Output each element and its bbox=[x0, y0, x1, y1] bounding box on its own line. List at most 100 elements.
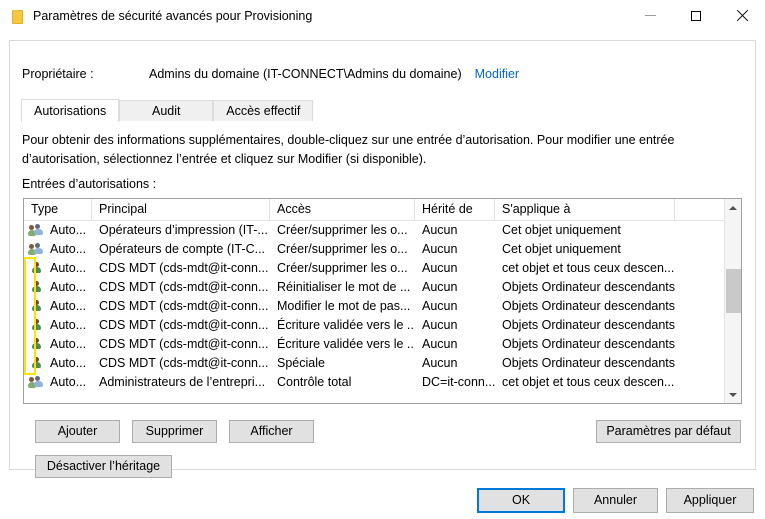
column-header-acces[interactable]: Accès bbox=[270, 199, 415, 220]
cell-sapplique-a: Objets Ordinateur descendants bbox=[502, 299, 675, 313]
cell-sapplique-a: Objets Ordinateur descendants bbox=[502, 337, 675, 351]
table-row[interactable]: Auto... CDS MDT (cds-mdt@it-conn... Écritu… bbox=[24, 335, 741, 354]
cell-acces: Créer/supprimer les o... bbox=[277, 261, 408, 275]
view-button[interactable]: Afficher bbox=[229, 420, 314, 443]
column-header-principal[interactable]: Principal bbox=[92, 199, 270, 220]
window-title: Paramètres de sécurité avancés pour Prov… bbox=[33, 8, 313, 23]
cell-type: Auto... bbox=[24, 240, 92, 259]
cell-type-label: Auto... bbox=[50, 318, 87, 332]
tab-acces-effectif[interactable]: Accès effectif bbox=[213, 100, 314, 122]
cell-type-label: Auto... bbox=[50, 356, 87, 370]
user-icon bbox=[28, 299, 44, 314]
cell-sapplique-a: Cet objet uniquement bbox=[502, 242, 621, 256]
window-controls bbox=[627, 0, 765, 31]
cell-type-label: Auto... bbox=[50, 223, 87, 237]
cell-sapplique-a: cet objet et tous ceux descen... bbox=[502, 261, 675, 275]
table-row[interactable]: Auto... Opérateurs d’impression (IT-... Cr… bbox=[24, 221, 741, 240]
tab-autorisations[interactable]: Autorisations bbox=[21, 99, 120, 122]
column-header-herite-de[interactable]: Hérité de bbox=[415, 199, 495, 220]
cell-sapplique-a: Cet objet uniquement bbox=[502, 223, 621, 237]
cell-herite-de: Aucun bbox=[422, 261, 458, 275]
cell-acces: Réinitialiser le mot de ... bbox=[277, 280, 411, 294]
user-icon bbox=[28, 318, 44, 333]
apply-button[interactable]: Appliquer bbox=[666, 488, 754, 513]
cell-acces: Spéciale bbox=[277, 356, 325, 370]
cell-acces: Modifier le mot de pas... bbox=[277, 299, 411, 313]
table-row[interactable]: Auto... CDS MDT (cds-mdt@it-conn... Modifi… bbox=[24, 297, 741, 316]
column-header-type[interactable]: Type bbox=[24, 199, 92, 220]
column-header-spacer[interactable] bbox=[675, 199, 720, 220]
scroll-down-icon bbox=[729, 392, 737, 397]
cell-type-label: Auto... bbox=[50, 242, 87, 256]
cell-type: Auto... bbox=[24, 278, 92, 297]
cell-acces: Créer/supprimer les o... bbox=[277, 223, 408, 237]
dialog-body: Propriétaire : Admins du domaine (IT-CON… bbox=[9, 40, 756, 478]
defaults-button[interactable]: Paramètres par défaut bbox=[596, 420, 741, 443]
minimize-button[interactable] bbox=[627, 0, 673, 31]
dialog-footer: OK Annuler Appliquer bbox=[0, 478, 765, 519]
cell-herite-de: Aucun bbox=[422, 242, 458, 256]
cell-type-label: Auto... bbox=[50, 299, 87, 313]
table-row[interactable]: Auto... CDS MDT (cds-mdt@it-conn... Spécia… bbox=[24, 354, 741, 373]
table-row[interactable]: Auto... Administrateurs de l’entrepri... C… bbox=[24, 373, 741, 392]
cancel-button[interactable]: Annuler bbox=[573, 488, 658, 513]
cell-type: Auto... bbox=[24, 316, 92, 335]
group-icon bbox=[28, 375, 44, 390]
cell-herite-de: Aucun bbox=[422, 280, 458, 294]
cell-type: Auto... bbox=[24, 297, 92, 316]
instructions-text: Pour obtenir des informations supplément… bbox=[22, 133, 675, 166]
cell-sapplique-a: Objets Ordinateur descendants bbox=[502, 356, 675, 370]
remove-button[interactable]: Supprimer bbox=[132, 420, 217, 443]
owner-change-link[interactable]: Modifier bbox=[475, 67, 519, 81]
scroll-down-button[interactable] bbox=[725, 386, 741, 403]
tab-audit[interactable]: Audit bbox=[119, 100, 214, 122]
cell-principal: CDS MDT (cds-mdt@it-conn... bbox=[99, 318, 269, 332]
disable-inheritance-button[interactable]: Désactiver l’héritage bbox=[35, 455, 172, 478]
scroll-up-button[interactable] bbox=[725, 199, 741, 216]
tab-acces-effectif-label: Accès effectif bbox=[226, 104, 301, 118]
table-row[interactable]: Auto... CDS MDT (cds-mdt@it-conn... Réinit… bbox=[24, 278, 741, 297]
tab-underline bbox=[21, 121, 746, 122]
cell-herite-de: DC=it-conn... bbox=[422, 375, 495, 389]
add-button[interactable]: Ajouter bbox=[35, 420, 120, 443]
group-icon bbox=[28, 223, 44, 238]
cell-principal: Opérateurs de compte (IT-C... bbox=[99, 242, 266, 256]
tab-autorisations-label: Autorisations bbox=[34, 104, 107, 118]
user-icon bbox=[28, 337, 44, 352]
cell-acces: Contrôle total bbox=[277, 375, 352, 389]
close-button[interactable] bbox=[719, 0, 765, 31]
cell-herite-de: Aucun bbox=[422, 318, 458, 332]
scrollbar-thumb[interactable] bbox=[726, 268, 741, 313]
maximize-icon bbox=[691, 10, 701, 21]
ok-button[interactable]: OK bbox=[477, 488, 565, 513]
folder-icon bbox=[9, 8, 25, 24]
table-row[interactable]: Auto... CDS MDT (cds-mdt@it-conn... Écritu… bbox=[24, 316, 741, 335]
cell-herite-de: Aucun bbox=[422, 356, 458, 370]
table-vertical-scrollbar[interactable] bbox=[724, 199, 741, 403]
table-row[interactable]: Auto... Opérateurs de compte (IT-C... Crée… bbox=[24, 240, 741, 259]
maximize-button[interactable] bbox=[673, 0, 719, 31]
cell-sapplique-a: cet objet et tous ceux descen... bbox=[502, 375, 675, 389]
cell-herite-de: Aucun bbox=[422, 299, 458, 313]
cell-type-label: Auto... bbox=[50, 280, 87, 294]
cell-herite-de: Aucun bbox=[422, 223, 458, 237]
cell-principal: Opérateurs d’impression (IT-... bbox=[99, 223, 268, 237]
cell-type: Auto... bbox=[24, 221, 92, 240]
cell-principal: Administrateurs de l’entrepri... bbox=[99, 375, 266, 389]
cell-type: Auto... bbox=[24, 259, 92, 278]
table-body: Auto... Opérateurs d’impression (IT-... Cr… bbox=[24, 221, 741, 392]
cell-acces: Créer/supprimer les o... bbox=[277, 242, 408, 256]
table-header-row: Type Principal Accès Hérité de S'appliqu… bbox=[24, 199, 741, 221]
group-icon bbox=[28, 242, 44, 257]
close-icon bbox=[736, 10, 748, 22]
title-bar: Paramètres de sécurité avancés pour Prov… bbox=[0, 0, 765, 32]
cell-principal: CDS MDT (cds-mdt@it-conn... bbox=[99, 356, 269, 370]
column-header-sapplique-a[interactable]: S'applique à bbox=[495, 199, 675, 220]
table-row[interactable]: Auto... CDS MDT (cds-mdt@it-conn... Créer/… bbox=[24, 259, 741, 278]
cell-type-label: Auto... bbox=[50, 375, 87, 389]
entries-label: Entrées d’autorisations : bbox=[22, 177, 157, 191]
cell-principal: CDS MDT (cds-mdt@it-conn... bbox=[99, 280, 269, 294]
cell-type: Auto... bbox=[24, 373, 92, 392]
cell-herite-de: Aucun bbox=[422, 337, 458, 351]
cell-type: Auto... bbox=[24, 335, 92, 354]
